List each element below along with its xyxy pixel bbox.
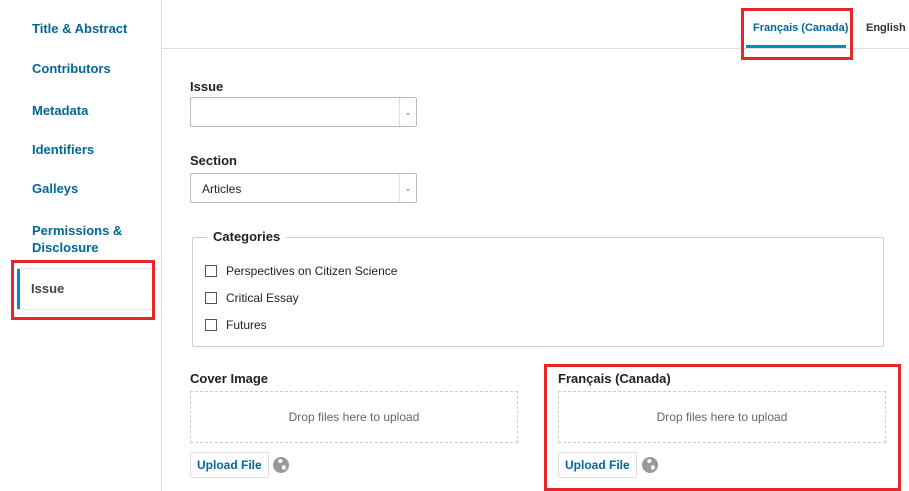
checkbox[interactable] (205, 292, 217, 304)
sidebar-item-contributors[interactable]: Contributors (32, 60, 111, 77)
chevron-down-icon: ⌄ (399, 98, 416, 126)
categories-fieldset: Categories Perspectives on Citizen Scien… (192, 229, 884, 347)
sidebar-item-galleys[interactable]: Galleys (32, 180, 78, 197)
sidebar-item-title-abstract[interactable]: Title & Abstract (32, 20, 127, 37)
highlight-box (741, 8, 853, 60)
chevron-down-icon: ⌄ (399, 174, 416, 202)
category-option[interactable]: Futures (205, 318, 267, 332)
sidebar-item-identifiers[interactable]: Identifiers (32, 141, 94, 158)
category-label: Critical Essay (226, 291, 299, 305)
section-label: Section (190, 153, 237, 168)
upload-file-button[interactable]: Upload File (190, 452, 269, 478)
sidebar-item-metadata[interactable]: Metadata (32, 102, 88, 119)
dropzone[interactable]: Drop files here to upload (190, 391, 518, 443)
highlight-box (11, 260, 155, 320)
sidebar-item-permissions[interactable]: Permissions & Disclosure (32, 222, 122, 256)
checkbox[interactable] (205, 319, 217, 331)
category-option[interactable]: Critical Essay (205, 291, 299, 305)
sidebar: Title & Abstract Contributors Metadata I… (0, 0, 162, 491)
sidebar-item-permissions-line2: Disclosure (32, 240, 99, 255)
globe-icon[interactable] (273, 457, 289, 473)
checkbox[interactable] (205, 265, 217, 277)
section-select-value: Articles (202, 182, 242, 196)
sidebar-item-permissions-line1: Permissions & (32, 223, 123, 238)
category-label: Perspectives on Citizen Science (226, 264, 398, 278)
section-select[interactable]: Articles ⌄ (190, 173, 417, 203)
tab-english[interactable]: English (866, 22, 906, 34)
cover-image-label: Cover Image (190, 371, 269, 386)
issue-select[interactable]: ⌄ (190, 97, 417, 127)
category-option[interactable]: Perspectives on Citizen Science (205, 264, 397, 278)
highlight-box (544, 364, 901, 491)
category-label: Futures (226, 318, 267, 332)
dropzone-text: Drop files here to upload (288, 410, 420, 424)
issue-label: Issue (190, 79, 224, 94)
categories-legend: Categories (207, 229, 287, 244)
